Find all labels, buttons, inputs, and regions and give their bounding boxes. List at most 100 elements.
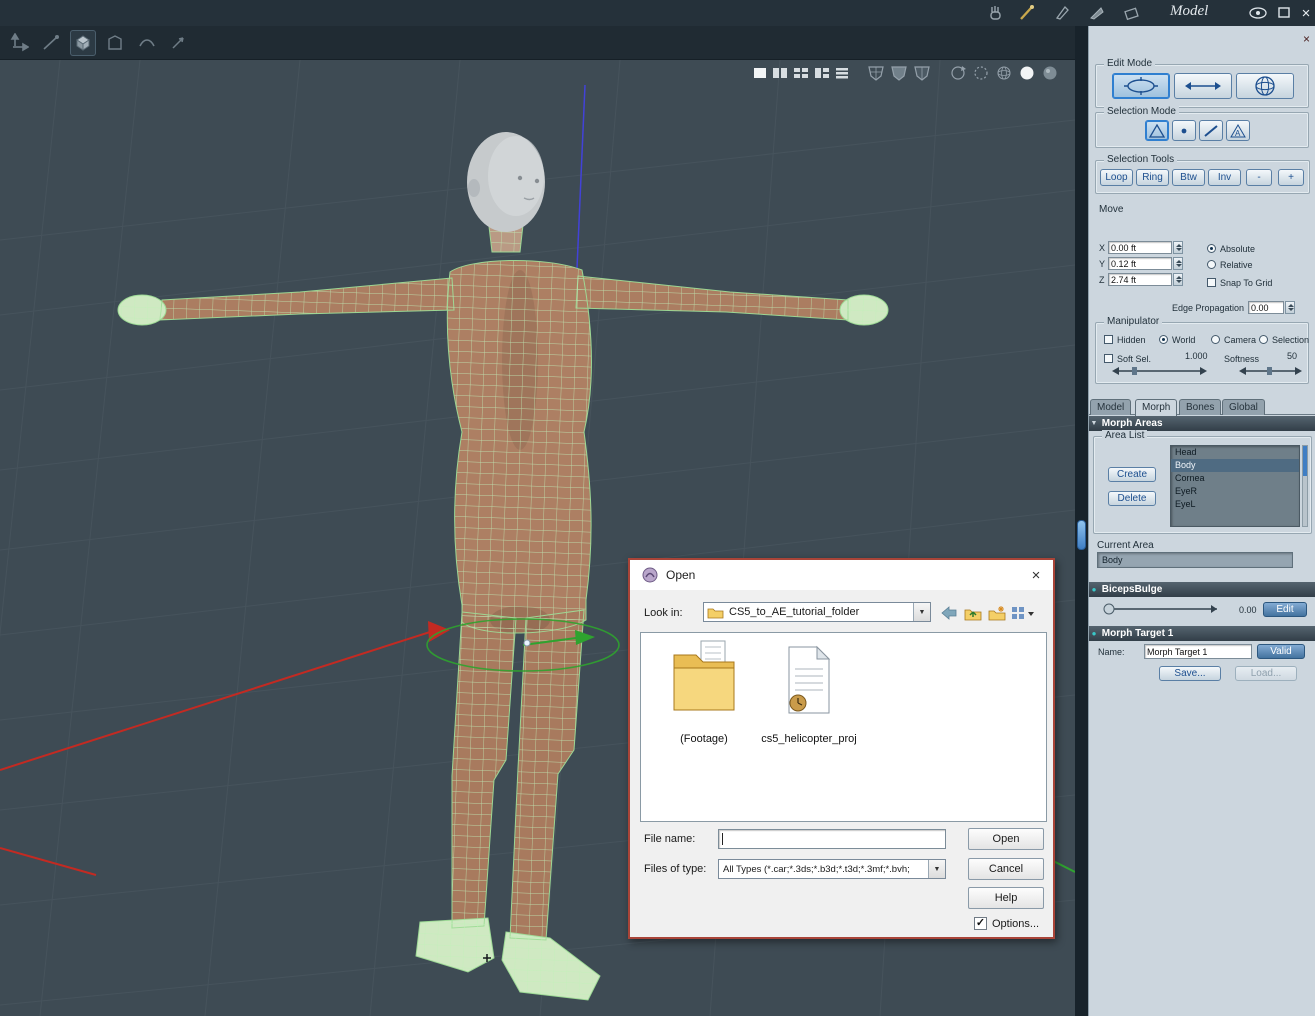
between-button[interactable]: Btw: [1172, 169, 1205, 186]
area-list-item[interactable]: EyeR: [1171, 485, 1299, 498]
edge-propagation-input[interactable]: [1248, 301, 1284, 314]
shrink-selection-button[interactable]: -: [1246, 169, 1272, 186]
file-item-label[interactable]: cs5_helicopter_proj: [749, 733, 869, 745]
brush-tool-icon[interactable]: [1015, 2, 1039, 24]
shaded-sphere-icon[interactable]: [1041, 65, 1059, 81]
help-button[interactable]: Help: [968, 887, 1044, 909]
area-list-item-selected[interactable]: Body: [1171, 459, 1299, 472]
up-folder-icon[interactable]: [962, 602, 984, 623]
white-sphere-icon[interactable]: [1018, 65, 1036, 81]
eye-icon[interactable]: [1246, 2, 1270, 24]
three-pane-layout-icon[interactable]: [814, 67, 830, 79]
single-view-icon[interactable]: [753, 67, 767, 79]
delete-area-button[interactable]: Delete: [1108, 491, 1156, 506]
world-radio[interactable]: [1159, 335, 1168, 344]
area-list-scrollbar-thumb[interactable]: [1303, 446, 1307, 476]
edge-mode-button[interactable]: [1199, 120, 1223, 141]
file-name-input[interactable]: [718, 829, 946, 849]
tab-global[interactable]: Global: [1222, 399, 1265, 415]
create-area-button[interactable]: Create: [1108, 467, 1156, 482]
panel-close-icon[interactable]: ×: [1303, 32, 1310, 46]
look-in-combobox[interactable]: CS5_to_AE_tutorial_folder ▼: [703, 602, 931, 622]
morph-name-input[interactable]: [1144, 644, 1252, 659]
line-tool-icon[interactable]: [38, 30, 64, 56]
folder-item-label[interactable]: (Footage): [659, 733, 749, 745]
save-button[interactable]: Save...: [1159, 666, 1221, 681]
move-z-spinner[interactable]: [1173, 273, 1183, 286]
file-list[interactable]: (Footage) cs5_helicopter_proj: [640, 632, 1047, 822]
tweak-tool-icon[interactable]: [166, 30, 192, 56]
morph-target-header[interactable]: ● Morph Target 1: [1089, 626, 1315, 641]
pan-arrows-icon[interactable]: [6, 30, 32, 56]
rotate-view-icon[interactable]: [949, 65, 967, 81]
four-pane-layout-icon[interactable]: [793, 67, 809, 79]
ruler-tool-icon[interactable]: [1120, 2, 1144, 24]
tab-bones[interactable]: Bones: [1179, 399, 1222, 415]
load-button[interactable]: Load...: [1235, 666, 1297, 681]
stacked-bars-icon[interactable]: [835, 67, 849, 79]
file-item-icon[interactable]: [781, 645, 837, 717]
vertex-mode-button[interactable]: [1172, 120, 1196, 141]
biceps-slider[interactable]: [1101, 602, 1223, 616]
move-x-input[interactable]: [1108, 241, 1172, 254]
edit-edges-button[interactable]: [1174, 73, 1232, 99]
soft-sel-slider[interactable]: [1112, 365, 1207, 377]
hidden-checkbox[interactable]: [1104, 335, 1113, 344]
shield-flat-icon[interactable]: [890, 65, 908, 81]
absolute-radio[interactable]: [1207, 244, 1216, 253]
hand-tool-icon[interactable]: [983, 2, 1007, 24]
area-list-item[interactable]: Head: [1171, 446, 1299, 459]
open-button[interactable]: Open: [968, 828, 1044, 850]
open-dialog-titlebar[interactable]: Open ×: [630, 560, 1053, 590]
dialog-close-icon[interactable]: ×: [1023, 562, 1049, 588]
folder-item-icon[interactable]: [669, 637, 739, 717]
cancel-button[interactable]: Cancel: [968, 858, 1044, 880]
all-mode-button[interactable]: A: [1226, 120, 1250, 141]
bridge-tool-icon[interactable]: [134, 30, 160, 56]
selection-radio[interactable]: [1259, 335, 1268, 344]
ghost-circle-icon[interactable]: [972, 65, 990, 81]
panel-splitter-handle[interactable]: [1077, 520, 1086, 550]
edit-object-button[interactable]: [1236, 73, 1294, 99]
current-area-field[interactable]: Body: [1097, 552, 1293, 568]
loop-button[interactable]: Loop: [1100, 169, 1133, 186]
grow-selection-button[interactable]: +: [1278, 169, 1304, 186]
soft-sel-checkbox[interactable]: [1104, 354, 1113, 363]
snap-to-grid-checkbox[interactable]: [1207, 278, 1216, 287]
move-y-input[interactable]: [1108, 257, 1172, 270]
shield-smooth-icon[interactable]: [913, 65, 931, 81]
close-icon[interactable]: ×: [1294, 2, 1315, 24]
edge-propagation-spinner[interactable]: [1285, 301, 1295, 314]
pen-tool-icon[interactable]: [1050, 2, 1074, 24]
bevel-tool-icon[interactable]: [102, 30, 128, 56]
files-of-type-combobox[interactable]: All Types (*.car;*.3ds;*.b3d;*.t3d;*.3mf…: [718, 859, 946, 879]
ring-button[interactable]: Ring: [1136, 169, 1169, 186]
move-x-spinner[interactable]: [1173, 241, 1183, 254]
options-checkbox[interactable]: ✓: [974, 917, 987, 930]
maximize-icon[interactable]: [1272, 2, 1296, 24]
face-mode-button[interactable]: [1145, 120, 1169, 141]
back-arrow-icon[interactable]: [938, 602, 960, 623]
view-menu-icon[interactable]: [1010, 602, 1038, 623]
softness-slider[interactable]: [1239, 365, 1302, 377]
valid-button[interactable]: Valid: [1257, 644, 1305, 659]
files-of-type-dropdown-icon[interactable]: ▼: [928, 860, 945, 878]
invert-button[interactable]: Inv: [1208, 169, 1241, 186]
wire-sphere-icon[interactable]: [995, 65, 1013, 81]
relative-radio[interactable]: [1207, 260, 1216, 269]
extrude-tool-icon[interactable]: [70, 30, 96, 56]
move-y-spinner[interactable]: [1173, 257, 1183, 270]
tab-model[interactable]: Model: [1090, 399, 1132, 415]
area-list-item[interactable]: Cornea: [1171, 472, 1299, 485]
knife-tool-icon[interactable]: [1085, 2, 1109, 24]
edit-points-button[interactable]: [1112, 73, 1170, 99]
biceps-edit-button[interactable]: Edit: [1263, 602, 1307, 617]
camera-radio[interactable]: [1211, 335, 1220, 344]
look-in-dropdown-icon[interactable]: ▼: [913, 603, 930, 621]
shield-wireframe-icon[interactable]: [867, 65, 885, 81]
area-list-item[interactable]: EyeL: [1171, 498, 1299, 511]
area-list-scrollbar[interactable]: [1302, 445, 1308, 527]
two-pane-layout-icon[interactable]: [772, 67, 788, 79]
new-folder-icon[interactable]: [986, 602, 1008, 623]
tab-morph[interactable]: Morph: [1135, 399, 1178, 416]
